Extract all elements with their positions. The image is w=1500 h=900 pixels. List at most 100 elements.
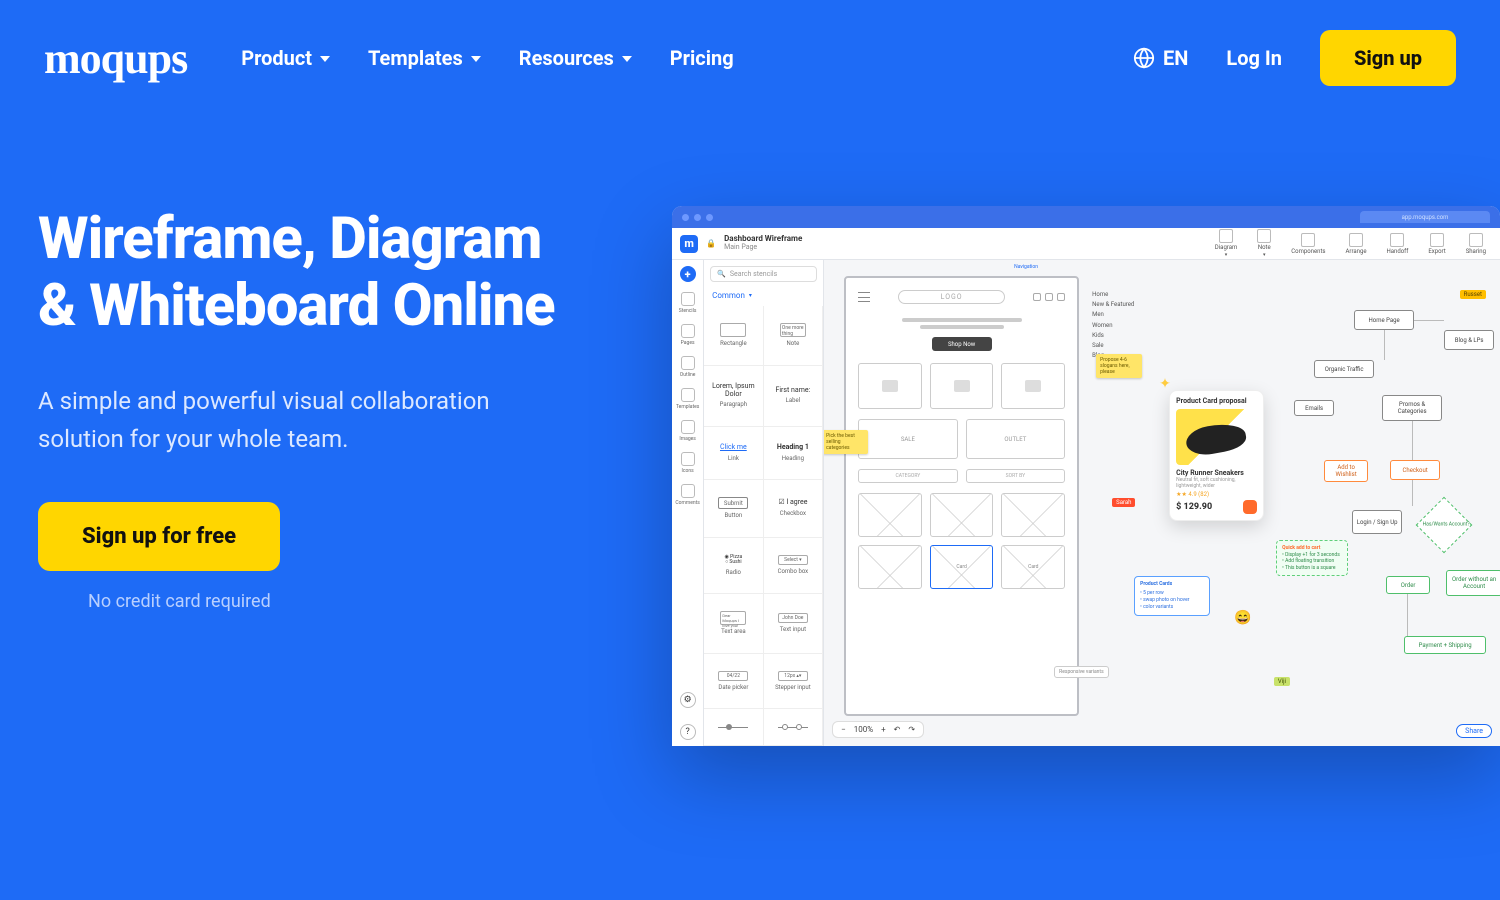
stencil-preview: Select ▾: [778, 555, 808, 565]
signup-button[interactable]: Sign up: [1320, 30, 1456, 86]
stencil-category[interactable]: Common ▾: [704, 288, 823, 306]
zoom-in-button[interactable]: +: [881, 725, 886, 734]
flow-box[interactable]: Payment + Shipping: [1404, 636, 1486, 654]
tool-arrange[interactable]: Arrange: [1340, 233, 1373, 255]
flow-box[interactable]: Add to Wishlist: [1324, 460, 1368, 482]
traffic-light-icon: [694, 214, 701, 221]
nav-templates[interactable]: Templates: [368, 46, 481, 70]
rail-stencils[interactable]: Stencils: [679, 292, 697, 314]
list-item[interactable]: Sale: [1092, 341, 1162, 351]
flowchart[interactable]: Home Page Blog & LPs Organic Traffic Ema…: [1294, 280, 1494, 706]
stencil-textinput[interactable]: John DoeText input: [764, 594, 824, 654]
window-titlebar: app.moqups.com: [672, 206, 1500, 228]
stencil-textarea[interactable]: Dear Moqups I love you!Text area: [704, 594, 764, 654]
rail-outline[interactable]: Outline: [679, 356, 697, 378]
document-title[interactable]: Dashboard Wireframe Main Page: [724, 235, 802, 251]
search-stencils-input[interactable]: 🔍 Search stencils: [710, 266, 817, 282]
stencil-link[interactable]: Click meLink: [704, 427, 764, 480]
comment-note[interactable]: Product Cards • 5 per row • swap photo o…: [1134, 576, 1210, 616]
sharing-icon: [1469, 233, 1483, 247]
stencil-preview: I agree: [786, 498, 807, 506]
stencil-preview: Lorem, Ipsum Dolor: [706, 383, 761, 398]
rail-pages[interactable]: Pages: [679, 324, 697, 346]
list-item[interactable]: New & Featured: [1092, 300, 1162, 310]
stencil-rectangle[interactable]: Rectangle: [704, 306, 764, 366]
stencil-label: Date picker: [718, 684, 748, 691]
flow-box[interactable]: Home Page: [1354, 310, 1414, 330]
sticky-note[interactable]: Propose 4-6 slogans here, please: [1096, 354, 1142, 378]
stencil-radio[interactable]: ◉ Pizza○ SushiRadio: [704, 538, 764, 595]
stencil-combobox[interactable]: Select ▾Combo box: [764, 538, 824, 595]
cart-icon: [1057, 293, 1065, 301]
flow-box[interactable]: Checkout: [1390, 460, 1440, 480]
stencil-preview: Click me: [720, 444, 747, 452]
product-card-proposal[interactable]: Product Card proposal City Runner Sneake…: [1169, 390, 1264, 521]
list-item[interactable]: Women: [1092, 321, 1162, 331]
rail-comments[interactable]: Comments: [679, 484, 697, 506]
language-switcher[interactable]: EN: [1133, 46, 1188, 70]
collaborator-cursor: Viji: [1274, 677, 1290, 686]
login-link[interactable]: Log In: [1226, 46, 1282, 70]
stencil-paragraph[interactable]: Lorem, Ipsum DolorParagraph: [704, 366, 764, 427]
stencil-heading[interactable]: Heading 1Heading: [764, 427, 824, 480]
sticky-note[interactable]: Pick the best selling categories: [824, 430, 868, 454]
rail-templates[interactable]: Templates: [679, 388, 697, 410]
stencil-slider[interactable]: [704, 709, 764, 746]
app-logo-icon[interactable]: m: [680, 235, 698, 253]
cart-icon[interactable]: [1243, 500, 1257, 514]
flow-box[interactable]: Order: [1386, 576, 1430, 594]
stencil-label[interactable]: First name:Label: [764, 366, 824, 427]
stencil-preview: Dear Moqups I love you!: [720, 611, 746, 625]
stencil-checkbox[interactable]: ☑ I agreeCheckbox: [764, 480, 824, 538]
flow-box[interactable]: Login / Sign Up: [1352, 510, 1402, 534]
tool-components[interactable]: Components: [1285, 233, 1331, 255]
add-button[interactable]: +: [680, 266, 696, 282]
stencil-stepper[interactable]: 12px ▴▾Stepper input: [764, 654, 824, 710]
nav-resources[interactable]: Resources: [519, 46, 632, 70]
settings-icon[interactable]: ⚙: [680, 692, 696, 708]
zoom-controls[interactable]: − 100% + ↶ ↷: [832, 721, 924, 738]
list-item[interactable]: Men: [1092, 310, 1162, 320]
stencil-button[interactable]: SubmitButton: [704, 480, 764, 538]
nav-pricing[interactable]: Pricing: [670, 46, 734, 70]
help-icon[interactable]: ?: [680, 724, 696, 740]
flow-box[interactable]: Order without an Account: [1446, 570, 1500, 596]
wireframe-artboard[interactable]: LOGO Shop Now SALE OUTLET: [844, 276, 1079, 716]
tool-note[interactable]: Note▾: [1251, 229, 1277, 258]
rail-images[interactable]: Images: [679, 420, 697, 442]
search-placeholder: Search stencils: [730, 270, 777, 278]
flow-decision[interactable]: Has/Wants Account?: [1416, 497, 1473, 554]
nav-product[interactable]: Product: [241, 46, 330, 70]
redo-icon[interactable]: ↷: [908, 725, 915, 734]
stencil-slider-range[interactable]: [764, 709, 824, 746]
stencil-label: Stepper input: [775, 684, 811, 691]
undo-icon[interactable]: ↶: [894, 725, 901, 734]
stencil-label: Checkbox: [780, 510, 806, 517]
flow-box[interactable]: Blog & LPs: [1444, 330, 1494, 350]
flow-box[interactable]: Promos & Categories: [1382, 395, 1442, 421]
list-item[interactable]: Home: [1092, 290, 1162, 300]
flow-box[interactable]: Emails: [1294, 400, 1334, 416]
images-icon: [681, 420, 695, 434]
stencil-datepicker[interactable]: 04/22Date picker: [704, 654, 764, 710]
canvas[interactable]: Navigation LOGO Shop Now: [824, 260, 1500, 746]
rail-icons[interactable]: Icons: [679, 452, 697, 474]
export-icon: [1430, 233, 1444, 247]
list-item[interactable]: Kids: [1092, 331, 1162, 341]
stencil-preview: Submit: [718, 497, 748, 509]
wireframe-category: CATEGORY: [858, 469, 958, 483]
tool-sharing[interactable]: Sharing: [1460, 233, 1492, 255]
left-rail: + Stencils Pages Outline Templates Image…: [672, 260, 704, 746]
tool-handoff[interactable]: Handoff: [1381, 233, 1415, 255]
hero-title-line1: Wireframe, Diagram: [38, 205, 541, 273]
zoom-out-button[interactable]: −: [841, 725, 846, 734]
tool-export[interactable]: Export: [1422, 233, 1451, 255]
signup-free-button[interactable]: Sign up for free: [38, 502, 280, 571]
share-button[interactable]: Share: [1456, 724, 1492, 738]
tool-diagram[interactable]: Diagram▾: [1209, 229, 1243, 258]
flow-box[interactable]: Organic Traffic: [1314, 360, 1374, 378]
stencil-note[interactable]: One more thingNote: [764, 306, 824, 366]
lang-label: EN: [1163, 46, 1188, 70]
emoji-icon: 😄: [1234, 610, 1251, 626]
brand-logo[interactable]: moqups: [44, 33, 187, 84]
